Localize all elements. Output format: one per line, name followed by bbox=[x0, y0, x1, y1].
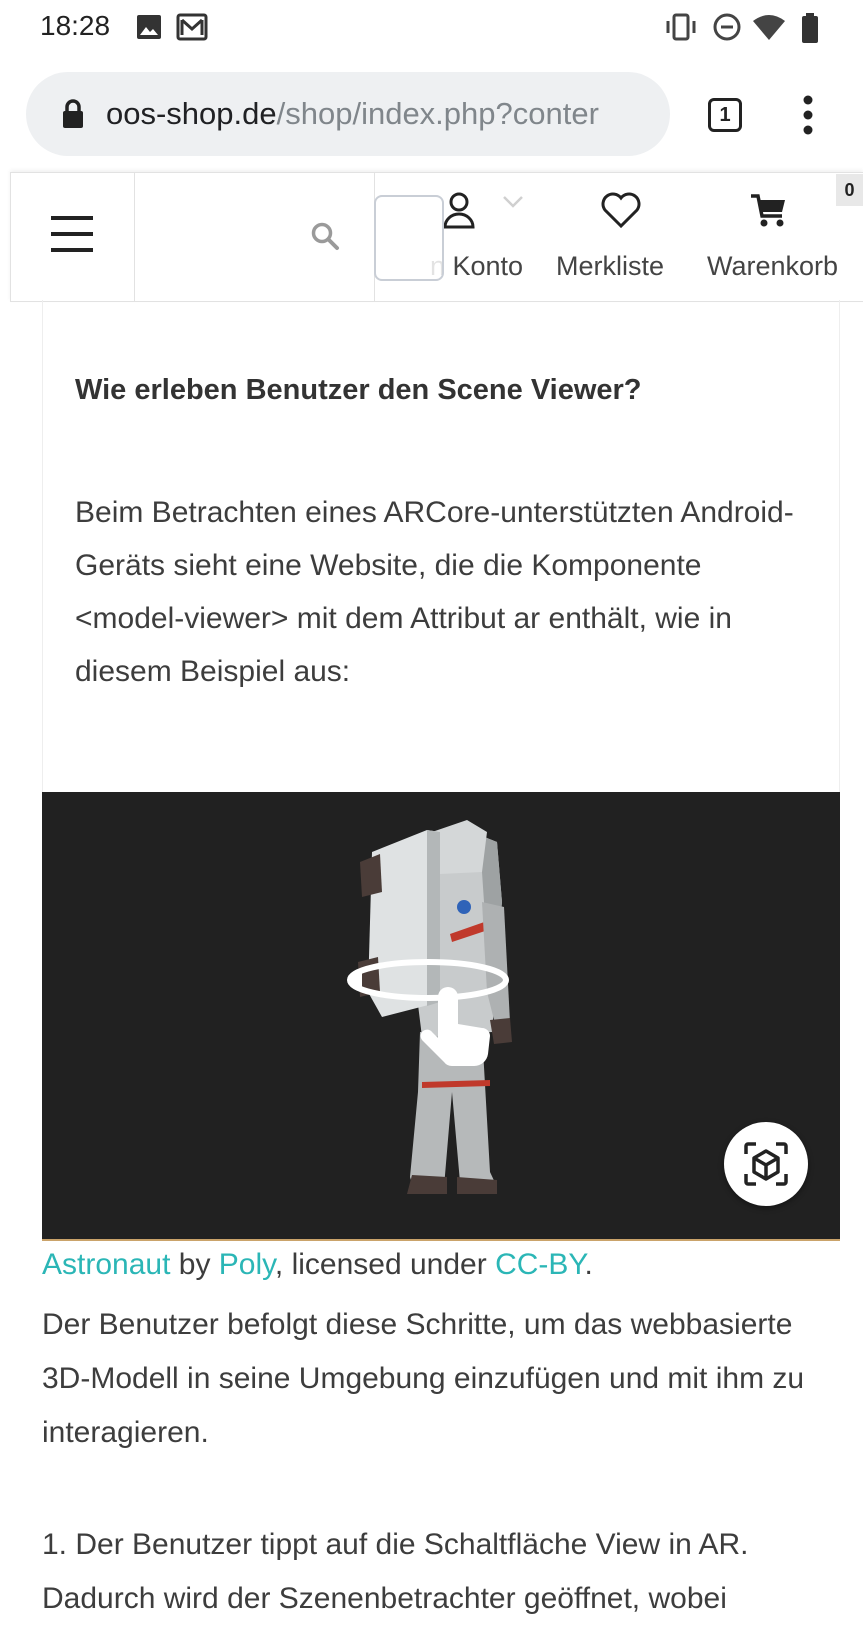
dnd-icon bbox=[713, 13, 741, 41]
step-1-line-2: Dadurch wird der Szenenbetrachter geöffn… bbox=[42, 1582, 727, 1615]
tab-switcher-button[interactable]: 1 bbox=[708, 98, 742, 132]
wishlist-button[interactable]: Merkliste bbox=[556, 173, 688, 301]
overflow-menu-icon[interactable] bbox=[802, 94, 814, 136]
astronaut-link[interactable]: Astronaut bbox=[42, 1248, 170, 1281]
cart-count-badge: 0 bbox=[836, 174, 863, 206]
wishlist-label: Merkliste bbox=[556, 251, 665, 281]
view-in-ar-button[interactable] bbox=[724, 1122, 808, 1206]
heart-icon bbox=[601, 192, 641, 229]
cart-label: Warenkorb bbox=[707, 251, 839, 281]
astronaut-model bbox=[347, 820, 512, 1194]
user-icon bbox=[443, 192, 475, 229]
model-viewer[interactable] bbox=[42, 792, 840, 1241]
intro-paragraph: Beim Betrachten eines ARCore-unterstützt… bbox=[75, 496, 794, 688]
battery-icon bbox=[802, 13, 818, 43]
cart-icon bbox=[751, 194, 785, 227]
url-text: oos-shop.de/shop/index.php?conter bbox=[106, 96, 651, 132]
chevron-down-icon bbox=[503, 196, 523, 208]
caption-text-1: by bbox=[170, 1248, 219, 1281]
steps-intro-paragraph: Der Benutzer befolgt diese Schritte, um … bbox=[42, 1308, 805, 1449]
menu-button[interactable] bbox=[10, 173, 135, 301]
poly-link[interactable]: Poly bbox=[219, 1248, 275, 1281]
ar-cube-icon bbox=[744, 1142, 788, 1186]
vibrate-icon bbox=[666, 13, 696, 41]
url-path: /shop/index.php?conter bbox=[276, 96, 599, 131]
lock-icon bbox=[63, 99, 83, 128]
image-icon bbox=[137, 15, 161, 39]
model-caption: Astronaut by Poly, licensed under CC-BY. bbox=[42, 1248, 593, 1282]
step-1-line-1: 1. Der Benutzer tippt auf die Schaltfläc… bbox=[42, 1528, 749, 1561]
overlay-box[interactable] bbox=[374, 195, 444, 281]
url-domain: oos-shop.de bbox=[106, 96, 277, 131]
status-bar: 18:28 bbox=[0, 0, 863, 56]
caption-text-3: . bbox=[584, 1248, 593, 1281]
wifi-icon bbox=[753, 15, 785, 40]
section-heading: Wie erleben Benutzer den Scene Viewer? bbox=[75, 374, 642, 406]
gmail-icon bbox=[176, 13, 208, 41]
step-1-paragraph: 1. Der Benutzer tippt auf die Schaltfläc… bbox=[42, 1518, 842, 1626]
cc-by-link[interactable]: CC-BY bbox=[495, 1248, 584, 1281]
caption-text-2: , licensed under bbox=[274, 1248, 496, 1281]
hamburger-icon bbox=[51, 216, 93, 252]
address-bar[interactable]: oos-shop.de/shop/index.php?conter bbox=[26, 72, 670, 156]
status-time: 18:28 bbox=[40, 10, 111, 41]
search-field[interactable] bbox=[134, 173, 375, 301]
search-icon[interactable] bbox=[310, 221, 340, 251]
